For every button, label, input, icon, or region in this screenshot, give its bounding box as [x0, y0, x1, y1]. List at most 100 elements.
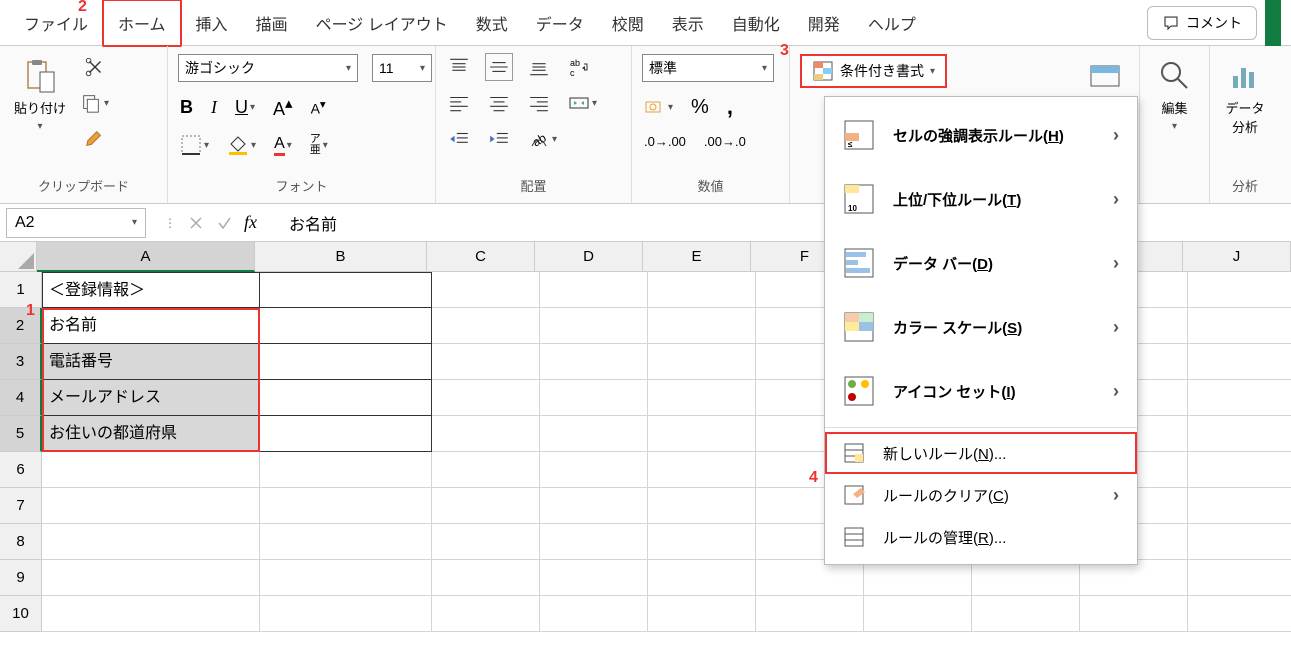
enter-icon[interactable] — [216, 215, 232, 231]
cell-a3[interactable]: 電話番号 — [42, 344, 260, 380]
decrease-decimal-button[interactable]: .00→.0 — [702, 132, 748, 151]
menu-top-bottom-rules[interactable]: 10 上位/下位ルール(T) › — [825, 167, 1137, 231]
align-top-button[interactable] — [446, 54, 472, 80]
decrease-indent-button[interactable] — [446, 126, 472, 152]
align-right-button[interactable] — [526, 90, 552, 116]
border-button[interactable]: ▾ — [178, 132, 211, 158]
share-indicator[interactable] — [1265, 0, 1281, 46]
cell-b1[interactable] — [260, 272, 432, 308]
row-header-6[interactable]: 6 — [0, 452, 42, 488]
col-header-a[interactable]: A — [37, 242, 255, 272]
conditional-formatting-button[interactable]: 条件付き書式 ▾ — [800, 54, 947, 88]
menu-separator — [825, 427, 1137, 428]
copy-button[interactable]: ▾ — [78, 90, 111, 116]
align-middle-button[interactable] — [486, 54, 512, 80]
row-header-3[interactable]: 3 — [0, 344, 42, 380]
bold-button[interactable]: B — [178, 95, 195, 120]
row-header-8[interactable]: 8 — [0, 524, 42, 560]
row-header-4[interactable]: 4 — [0, 380, 42, 416]
percent-button[interactable]: % — [689, 94, 711, 121]
tab-developer[interactable]: 開発 — [794, 1, 854, 45]
col-header-b[interactable]: B — [255, 242, 427, 272]
menu-manage-rules[interactable]: ルールの管理(R)... — [825, 516, 1137, 558]
wrap-text-button[interactable]: abc — [566, 54, 592, 80]
tab-view[interactable]: 表示 — [658, 1, 718, 45]
cell-b5[interactable] — [260, 416, 432, 452]
name-box[interactable]: A2▾ — [6, 208, 146, 238]
menu-clear-rules[interactable]: ルールのクリア(C) › — [825, 474, 1137, 516]
menu-new-rule[interactable]: 新しいルール(N)... — [825, 432, 1137, 474]
menu-icon-sets[interactable]: アイコン セット(I) › — [825, 359, 1137, 423]
tab-insert[interactable]: 挿入 — [182, 1, 242, 45]
merge-button[interactable]: ▾ — [566, 90, 599, 116]
font-color-button[interactable]: A▾ — [272, 133, 294, 158]
phonetic-button[interactable]: ア 亜▾ — [308, 132, 330, 158]
tab-pagelayout[interactable]: ページ レイアウト — [302, 1, 462, 45]
cut-button[interactable] — [82, 54, 108, 80]
select-all-button[interactable] — [0, 242, 37, 272]
manage-icon — [843, 526, 865, 548]
menu-color-scales[interactable]: カラー スケール(S) › — [825, 295, 1137, 359]
menu-highlight-rules[interactable]: ≤ セルの強調表示ルール(H) › — [825, 103, 1137, 167]
increase-indent-button[interactable] — [486, 126, 512, 152]
cell-styles-button[interactable] — [1081, 54, 1129, 98]
data-analysis-button[interactable]: データ 分析 — [1221, 54, 1269, 140]
increase-font-button[interactable]: A▴ — [271, 92, 295, 122]
cond-format-icon — [812, 60, 834, 82]
font-size-combo[interactable]: 11▾ — [372, 54, 432, 82]
align-left-button[interactable] — [446, 90, 472, 116]
tab-help[interactable]: ヘルプ — [854, 1, 930, 45]
number-format-combo[interactable]: 標準▾ — [642, 54, 774, 82]
font-name-combo[interactable]: 游ゴシック▾ — [178, 54, 358, 82]
fx-button[interactable]: fx — [244, 212, 257, 233]
row-header-2[interactable]: 2 — [0, 308, 42, 344]
row-header-10[interactable]: 10 — [0, 596, 42, 632]
cell-a5[interactable]: お住いの都道府県 — [42, 416, 260, 452]
svg-text:≤: ≤ — [848, 140, 853, 149]
cell-a1[interactable]: ＜登録情報＞ — [42, 272, 260, 308]
align-center-button[interactable] — [486, 90, 512, 116]
tab-home[interactable]: ホーム — [102, 0, 182, 47]
menu-data-bars[interactable]: データ バー(D) › — [825, 231, 1137, 295]
editing-button[interactable]: 編集 ▾ — [1151, 54, 1199, 136]
fill-color-button[interactable]: ▾ — [225, 132, 258, 158]
cell-c1[interactable] — [432, 272, 540, 308]
align-bottom-button[interactable] — [526, 54, 552, 80]
bucket-icon — [227, 134, 249, 156]
cell-b2[interactable] — [260, 308, 432, 344]
row-header-7[interactable]: 7 — [0, 488, 42, 524]
row-headers: 1 2 3 4 5 6 7 8 9 10 — [0, 272, 42, 632]
callout-2: 2 — [78, 0, 87, 16]
tab-formula[interactable]: 数式 — [462, 1, 522, 45]
tab-file[interactable]: ファイル — [10, 1, 102, 45]
comma-button[interactable]: , — [725, 92, 735, 122]
row-header-5[interactable]: 5 — [0, 416, 42, 452]
tab-data[interactable]: データ — [522, 1, 598, 45]
topbottom-icon: 10 — [843, 183, 875, 215]
col-header-e[interactable]: E — [643, 242, 751, 272]
increase-decimal-button[interactable]: .0→.00 — [642, 132, 688, 151]
tab-review[interactable]: 校閲 — [598, 1, 658, 45]
accounting-button[interactable]: ▾ — [642, 94, 675, 120]
cancel-formula-icon[interactable]: ⋮ — [164, 216, 176, 230]
paste-button[interactable]: 貼り付け ▾ — [10, 54, 70, 136]
row-header-9[interactable]: 9 — [0, 560, 42, 596]
cond-format-label: 条件付き書式 — [840, 61, 924, 81]
decrease-font-button[interactable]: A▾ — [309, 95, 328, 119]
cancel-icon[interactable] — [188, 215, 204, 231]
tab-automate[interactable]: 自動化 — [718, 1, 794, 45]
col-header-c[interactable]: C — [427, 242, 535, 272]
col-header-j[interactable]: J — [1183, 242, 1291, 272]
row-header-1[interactable]: 1 — [0, 272, 42, 308]
cell-a4[interactable]: メールアドレス — [42, 380, 260, 416]
underline-button[interactable]: U▾ — [233, 95, 257, 120]
orientation-button[interactable]: ab▾ — [526, 126, 559, 152]
col-header-d[interactable]: D — [535, 242, 643, 272]
italic-button[interactable]: I — [209, 95, 219, 120]
format-painter-button[interactable] — [82, 126, 108, 152]
comment-button[interactable]: コメント — [1147, 6, 1257, 40]
cell-b3[interactable] — [260, 344, 432, 380]
cell-a2[interactable]: お名前 — [42, 308, 260, 344]
cell-b4[interactable] — [260, 380, 432, 416]
tab-draw[interactable]: 描画 — [242, 1, 302, 45]
